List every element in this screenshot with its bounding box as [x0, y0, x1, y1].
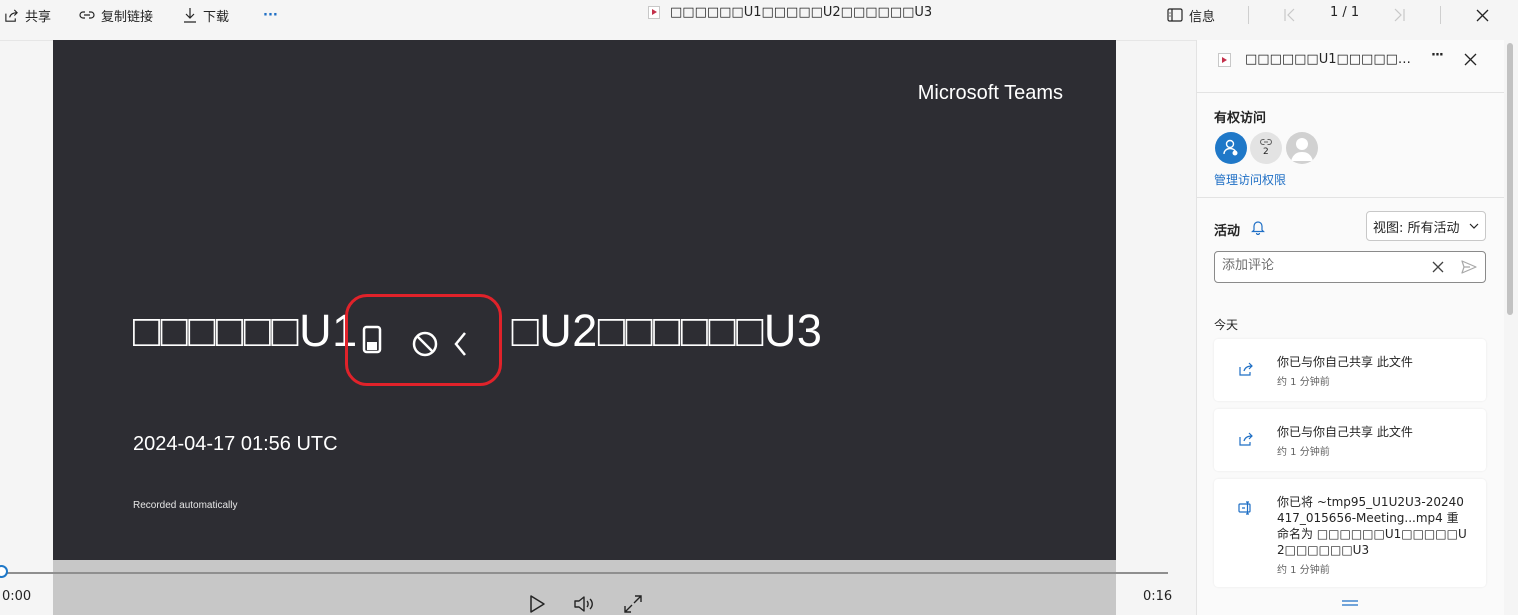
copy-link-label: 复制链接 [101, 9, 154, 25]
user-avatar[interactable] [1286, 132, 1318, 164]
panel-title: □□□□□□U1□□□□□U2□□□□□□U3 [1245, 52, 1420, 67]
activity-heading: 活动 [1214, 224, 1241, 239]
page-indicator: 1 / 1 [1330, 5, 1360, 20]
panel-header: □□□□□□U1□□□□□U2□□□□□□U3 ··· [1197, 40, 1505, 93]
first-page-button[interactable] [1283, 5, 1303, 25]
details-panel: □□□□□□U1□□□□□U2□□□□□□U3 ··· 有权访问 2 管理访问权… [1196, 40, 1505, 615]
comment-box [1214, 251, 1486, 283]
activity-time: 约 1 分钟前 [1277, 377, 1330, 388]
copy-link-button[interactable]: 复制链接 [79, 5, 153, 25]
toolbar-divider [1248, 6, 1249, 24]
person-icon [1291, 138, 1313, 161]
seek-thumb[interactable] [0, 565, 8, 578]
send-icon[interactable] [1461, 260, 1477, 274]
activity-item[interactable]: 你已将 ~tmp95_U1U2U3-20240417_015656-Meetin… [1214, 479, 1486, 587]
share-button[interactable]: 共享 [4, 5, 51, 25]
link-count: 2 [1263, 147, 1269, 157]
panel-more-button[interactable]: ··· [1431, 48, 1444, 63]
owner-avatar[interactable] [1215, 132, 1247, 164]
share-icon [5, 8, 18, 22]
share-icon [1239, 362, 1253, 376]
current-time: 0:00 [2, 589, 32, 604]
access-heading: 有权访问 [1214, 111, 1267, 126]
video-title-left: □□□□□□U1 [133, 305, 358, 356]
close-icon [1476, 9, 1489, 21]
fullscreen-icon[interactable] [623, 594, 643, 614]
more-icon: ··· [263, 7, 278, 23]
video-title-right: □U2□□□□□□U3 [511, 305, 823, 356]
people-icon [1223, 139, 1238, 156]
manage-access-link[interactable]: 管理访问权限 [1214, 171, 1286, 188]
drag-handle-icon[interactable] [1342, 600, 1358, 606]
file-title: □□□□□□U1□□□□□U2□□□□□□U3 [648, 5, 932, 20]
chevron-down-icon [1469, 223, 1479, 229]
recording-date: 2024-04-17 01:56 UTC [133, 433, 338, 455]
player-controls [53, 560, 1116, 615]
share-label: 共享 [25, 9, 52, 25]
panel-scrollbar[interactable] [1504, 40, 1518, 615]
first-page-icon [1284, 8, 1295, 22]
today-label: 今天 [1214, 318, 1239, 332]
bell-icon[interactable] [1251, 219, 1265, 235]
download-icon [184, 8, 196, 23]
divider [1197, 197, 1505, 198]
comment-input[interactable] [1222, 258, 1412, 273]
scrollbar-thumb[interactable] [1507, 43, 1513, 315]
play-icon[interactable] [527, 594, 547, 614]
info-panel-icon [1167, 8, 1183, 22]
last-page-icon [1394, 8, 1405, 22]
highlight-annotation [345, 294, 502, 386]
rename-icon [1238, 501, 1251, 515]
activity-text: 你已与你自己共享 此文件 [1277, 355, 1413, 369]
last-page-button[interactable] [1392, 5, 1412, 25]
volume-icon[interactable] [573, 595, 597, 613]
activity-item[interactable]: 你已与你自己共享 此文件 约 1 分钟前 [1214, 409, 1486, 471]
close-viewer-button[interactable] [1476, 5, 1495, 25]
microsoft-teams-brand: Microsoft Teams [917, 82, 1063, 104]
top-toolbar: 共享 复制链接 下载 ··· □□□□□□U1□□□□□U2□□□□□□U3 信… [0, 0, 1518, 41]
activity-view-value: 视图: 所有活动 [1373, 220, 1460, 236]
file-title-text: □□□□□□U1□□□□□U2□□□□□□U3 [670, 5, 933, 20]
seek-bar[interactable] [0, 572, 1168, 574]
panel-close-icon[interactable] [1464, 53, 1477, 66]
activity-view-dropdown[interactable]: 视图: 所有活动 [1366, 211, 1486, 241]
video-frame[interactable]: Microsoft Teams □□□□□□U1 □U2□□□□□□U3 2024… [53, 40, 1116, 560]
activity-text: 你已将 ~tmp95_U1U2U3-20240417_015656-Meetin… [1277, 495, 1467, 557]
link-share-avatar[interactable]: 2 [1250, 132, 1282, 164]
video-file-icon [1218, 53, 1231, 67]
duration: 0:16 [1143, 589, 1173, 604]
info-button[interactable]: 信息 [1167, 5, 1215, 25]
activity-text: 你已与你自己共享 此文件 [1277, 425, 1413, 439]
more-options-button[interactable]: ··· [263, 5, 278, 25]
info-label: 信息 [1189, 9, 1216, 25]
toolbar-divider [1440, 6, 1441, 24]
clear-icon[interactable] [1432, 261, 1444, 273]
download-label: 下载 [203, 9, 230, 25]
recorded-note: Recorded automatically [133, 500, 238, 511]
activity-item[interactable]: 你已与你自己共享 此文件 约 1 分钟前 [1214, 339, 1486, 401]
video-file-icon [648, 6, 660, 19]
activity-time: 约 1 分钟前 [1277, 565, 1330, 576]
link-icon [1260, 139, 1272, 145]
link-icon [79, 11, 95, 19]
share-icon [1239, 432, 1253, 446]
activity-time: 约 1 分钟前 [1277, 447, 1330, 458]
download-button[interactable]: 下载 [183, 5, 229, 25]
